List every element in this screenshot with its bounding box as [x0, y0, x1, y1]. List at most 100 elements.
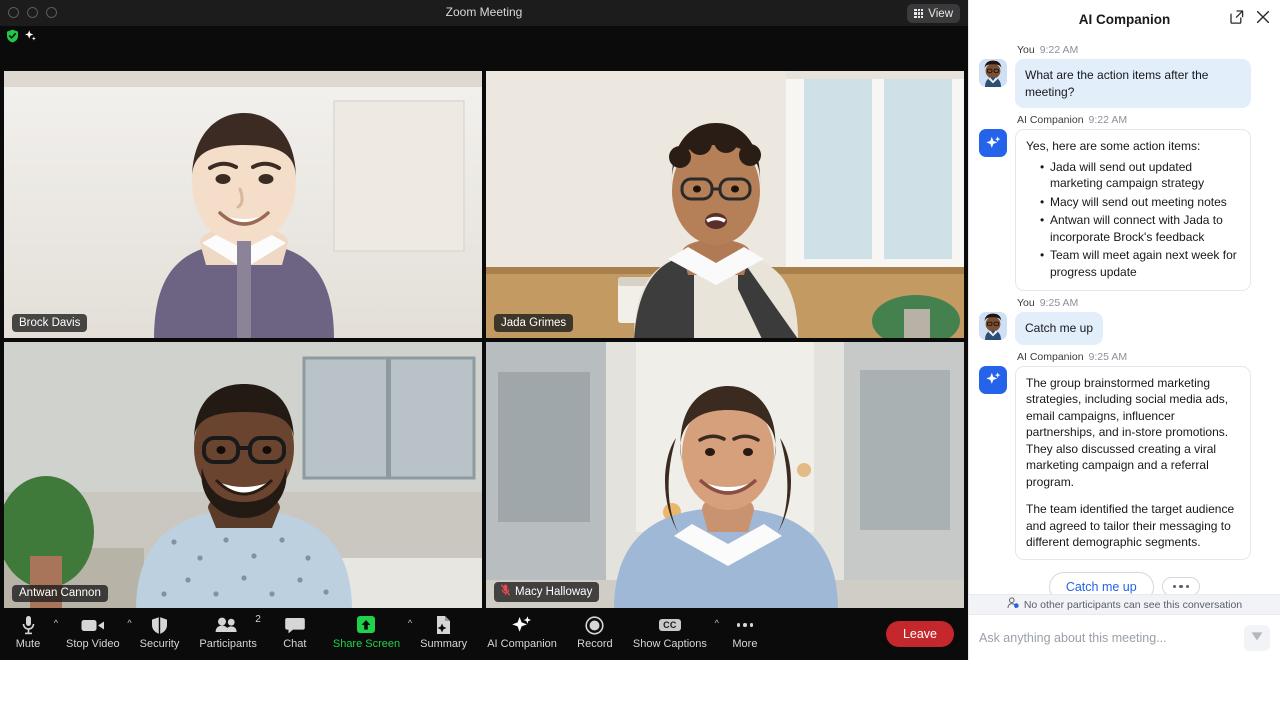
muted-microphone-icon: [500, 584, 511, 599]
stop-video-button-label: Stop Video: [66, 638, 120, 650]
message-bubble: The group brainstormed marketing strateg…: [1015, 365, 1251, 560]
ask-anything-input[interactable]: [979, 630, 1238, 645]
record-button[interactable]: Record: [567, 614, 623, 651]
zoom-app-window: Zoom Meeting View Brock Davis Jada Grime…: [0, 0, 1280, 720]
ai-companion-button[interactable]: AI Companion: [477, 614, 567, 651]
record-button-label: Record: [577, 638, 613, 650]
video-feed: [4, 71, 482, 338]
title-bar: Zoom Meeting View: [0, 0, 968, 26]
mute-button[interactable]: Mute ^: [0, 614, 58, 651]
ai-companion-avatar-icon: [979, 365, 1007, 394]
chat-message-user: What are the action items after the meet…: [979, 59, 1270, 108]
cc-icon: CC: [659, 614, 681, 636]
participant-name-badge: Brock Davis: [12, 314, 88, 332]
record-circle-icon: [585, 614, 605, 636]
video-feed: [486, 71, 964, 338]
participant-name: Jada Grimes: [501, 316, 567, 329]
message-intro: Yes, here are some action items:: [1026, 139, 1201, 153]
ai-companion-panel: AI Companion You 9:22 AM What are the ac…: [968, 0, 1280, 660]
avatar: [979, 312, 1007, 340]
share-screen-button-label: Share Screen: [332, 638, 401, 650]
stop-video-button[interactable]: Stop Video ^: [56, 614, 132, 651]
video-tile-antwan-cannon[interactable]: Antwan Cannon: [4, 341, 482, 608]
people-icon: [215, 614, 241, 636]
catch-me-up-suggestion-button[interactable]: Catch me up: [1048, 571, 1154, 594]
action-item: Jada will send out updated marketing cam…: [1040, 159, 1240, 192]
share-screen-button[interactable]: Share Screen ^: [323, 614, 412, 651]
privacy-notice-text: No other participants can see this conve…: [1023, 598, 1243, 611]
video-feed: [4, 341, 482, 608]
more-button[interactable]: More: [717, 614, 773, 651]
message-meta: You 9:22 AM: [1017, 44, 1270, 56]
message-sender: You: [1017, 297, 1035, 309]
meeting-toolbar: Mute ^ Stop Video ^ Security 2 Participa…: [0, 608, 968, 660]
message-time: 9:25 AM: [1039, 297, 1079, 309]
view-button[interactable]: View: [907, 4, 960, 23]
shield-icon: [151, 614, 168, 636]
ellipsis-icon: [1172, 584, 1190, 589]
more-suggestions-button[interactable]: [1161, 576, 1201, 594]
chat-message-user: Catch me up: [979, 312, 1270, 345]
ai-companion-button-label: AI Companion: [487, 638, 557, 650]
participants-button-label: Participants: [199, 638, 257, 650]
summary-button[interactable]: Summary: [410, 614, 477, 651]
ai-panel-header: AI Companion: [969, 0, 1280, 38]
summary-paragraph-1: The group brainstormed marketing strateg…: [1026, 375, 1229, 489]
message-bubble: Yes, here are some action items: Jada wi…: [1015, 129, 1251, 291]
message-sender: AI Companion: [1017, 350, 1084, 363]
summary-button-label: Summary: [420, 638, 468, 650]
desktop-background: [0, 660, 1280, 720]
sparkle-icon[interactable]: [24, 29, 37, 48]
action-item: Antwan will connect with Jada to incorpo…: [1040, 212, 1240, 245]
chat-bubble-icon: [285, 614, 305, 636]
participant-name: Antwan Cannon: [19, 587, 101, 599]
message-bubble: Catch me up: [1015, 312, 1104, 345]
window-title: Zoom Meeting: [445, 5, 523, 19]
video-grid: Brock Davis Jada Grimes Antwan Cannon Ma…: [4, 71, 964, 608]
message-bubble: What are the action items after the meet…: [1015, 59, 1251, 108]
ai-companion-avatar-icon: [979, 129, 1007, 157]
action-item: Team will meet again next week for progr…: [1040, 247, 1240, 280]
message-time: 9:22 AM: [1039, 44, 1079, 56]
message-meta: AI Companion 9:25 AM: [1017, 351, 1270, 363]
security-button-label: Security: [139, 638, 180, 650]
participants-button[interactable]: 2 Participants: [189, 614, 266, 651]
participant-name-badge: Macy Halloway: [494, 581, 600, 602]
meeting-status-bar: [0, 26, 968, 45]
message-time: 9:25 AM: [1088, 350, 1128, 363]
summary-doc-icon: [435, 614, 452, 636]
show-captions-button[interactable]: CC Show Captions ^: [623, 614, 719, 651]
grid-icon: [914, 8, 924, 19]
person-private-icon: [1007, 597, 1019, 612]
ellipsis-icon: [736, 614, 754, 636]
chat-message-ai: Yes, here are some action items: Jada wi…: [979, 129, 1270, 291]
message-sender: You: [1017, 44, 1035, 56]
chat-message-ai: The group brainstormed marketing strateg…: [979, 365, 1270, 560]
action-item: Macy will send out meeting notes: [1040, 194, 1240, 211]
show-captions-button-label: Show Captions: [632, 638, 707, 650]
video-tile-jada-grimes[interactable]: Jada Grimes: [486, 71, 964, 338]
video-tile-macy-halloway[interactable]: Macy Halloway: [486, 341, 964, 608]
ai-panel-actions: [1230, 10, 1270, 29]
ai-composer: [969, 614, 1280, 660]
meeting-area: Zoom Meeting View Brock Davis Jada Grime…: [0, 0, 968, 660]
shield-check-icon[interactable]: [6, 29, 19, 48]
avatar: [979, 59, 1007, 87]
video-tile-brock-davis[interactable]: Brock Davis: [4, 71, 482, 338]
message-time: 9:22 AM: [1088, 114, 1128, 126]
video-feed: [486, 341, 964, 608]
leave-button[interactable]: Leave: [885, 621, 954, 647]
security-button[interactable]: Security: [130, 614, 190, 651]
chat-button[interactable]: Chat: [267, 614, 323, 651]
message-sender: AI Companion: [1017, 114, 1084, 126]
close-icon[interactable]: [1256, 10, 1270, 29]
external-link-icon[interactable]: [1230, 10, 1244, 29]
suggestion-row: Catch me up: [979, 564, 1270, 594]
participants-count-badge: 2: [255, 614, 261, 625]
participant-name-badge: Jada Grimes: [494, 314, 574, 332]
ai-panel-title: AI Companion: [1078, 11, 1171, 27]
send-button[interactable]: [1244, 624, 1270, 651]
participant-name: Brock Davis: [19, 316, 81, 329]
ai-chat-transcript[interactable]: You 9:22 AM What are the action items aft…: [969, 38, 1280, 594]
share-screen-icon: [355, 614, 377, 636]
